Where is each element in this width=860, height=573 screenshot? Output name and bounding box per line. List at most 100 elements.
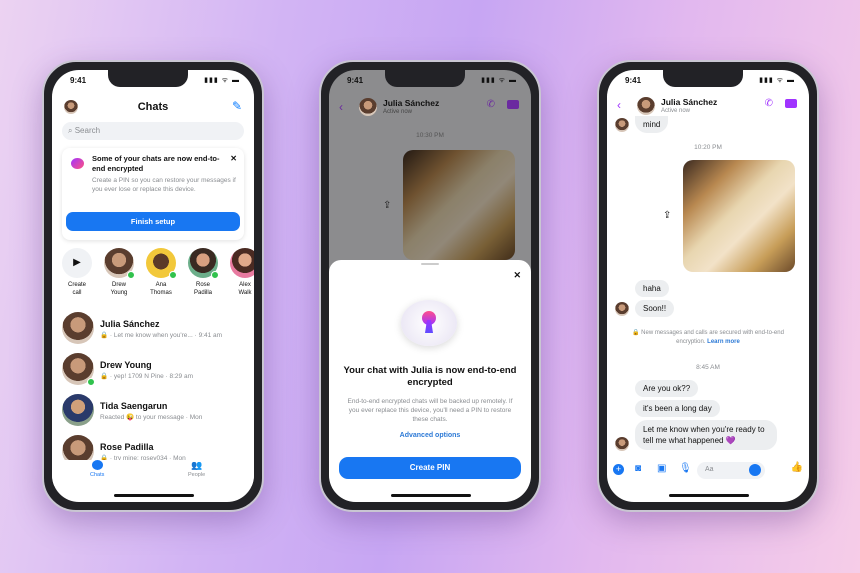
chat-name: Drew Young xyxy=(100,360,152,370)
chat-bubble-icon xyxy=(91,460,103,470)
encryption-banner: Some of your chats are now end-to-end en… xyxy=(62,148,244,240)
sheet-title: Your chat with Julia is now end-to-end e… xyxy=(343,365,517,388)
avatar xyxy=(104,248,135,279)
create-pin-button[interactable]: Create PIN xyxy=(339,457,521,479)
advanced-options-link[interactable]: Advanced options xyxy=(329,432,531,439)
tab-bar: Chats 👥 People xyxy=(52,460,254,486)
tab-label: Chats xyxy=(90,472,105,478)
chat-name: Rose Padilla xyxy=(100,442,154,452)
sender-avatar xyxy=(615,118,629,132)
status-time: 9:41 xyxy=(70,76,87,85)
timestamp: 10:30 PM xyxy=(416,132,444,139)
status-time: 9:41 xyxy=(347,76,364,85)
video-call-icon[interactable] xyxy=(785,99,797,108)
tab-people[interactable]: 👥 People xyxy=(188,460,205,478)
message-bubble[interactable]: mind xyxy=(635,116,669,133)
notch xyxy=(385,70,465,87)
home-indicator xyxy=(114,494,194,497)
status-icons: ▮▮▮ ᯤ ▬ xyxy=(759,77,795,84)
phone-conversation: 9:41 ▮▮▮ ᯤ ▬ ‹ Julia Sánchez Active now … xyxy=(597,60,819,512)
people-icon: 👥 xyxy=(190,460,203,470)
stories-row: ▶ Create call Drew Young Ana Thomas Rose… xyxy=(60,248,254,300)
notch xyxy=(108,70,188,87)
sheet-grabber[interactable] xyxy=(421,263,439,265)
message-bubble[interactable]: Let me know when you're ready to tell me… xyxy=(635,420,777,450)
search-input[interactable]: ⌕ Search xyxy=(62,122,244,140)
contact-name: Julia Sánchez xyxy=(383,98,440,108)
back-icon[interactable]: ‹ xyxy=(339,100,343,114)
banner-title: Some of your chats are now end-to-end en… xyxy=(92,154,220,173)
avatar xyxy=(188,248,219,279)
sheet-close-button[interactable]: ✕ xyxy=(513,270,521,281)
compose-icon[interactable]: ✎ xyxy=(232,99,242,113)
message-bubble[interactable]: haha xyxy=(635,280,669,297)
finish-setup-button[interactable]: Finish setup xyxy=(66,212,240,231)
back-icon[interactable]: ‹ xyxy=(617,98,621,112)
chat-preview: Reacted 😜 to your message · Mon xyxy=(100,414,203,421)
encryption-notice: 🔒 New messages and calls are secured wit… xyxy=(629,329,787,347)
status-icons: ▮▮▮ ᯤ ▬ xyxy=(481,77,517,84)
share-icon[interactable]: ⇪ xyxy=(383,200,391,211)
encrypted-lock-icon xyxy=(401,300,457,346)
chat-row-tida[interactable]: Tida Saengarun Reacted 😜 to your message… xyxy=(62,394,248,435)
contact-avatar xyxy=(359,98,377,116)
chat-preview: 🔒 · Let me know when you're... · 9:41 am xyxy=(100,332,223,339)
tab-chats[interactable]: Chats xyxy=(90,460,104,478)
story-rose-padilla[interactable]: Rose Padilla xyxy=(186,248,220,297)
chat-row-julia[interactable]: Julia Sánchez 🔒 · Let me know when you'r… xyxy=(62,312,248,353)
home-indicator xyxy=(391,494,471,497)
online-indicator xyxy=(87,378,95,386)
chats-screen: 9:41 ▮▮▮ ᯤ ▬ Chats ✎ ⌕ Search Some of yo… xyxy=(52,70,254,502)
voice-call-icon[interactable]: ✆ xyxy=(487,99,495,110)
avatar xyxy=(62,394,94,426)
message-bubble[interactable]: Soon!! xyxy=(635,300,675,317)
conversation-screen: 9:41 ▮▮▮ ᯤ ▬ ‹ Julia Sánchez Active now … xyxy=(607,70,809,502)
story-label: Drew Young xyxy=(110,282,128,296)
story-alex-walk[interactable]: Alex Walk xyxy=(228,248,254,297)
story-label: Ana Thomas xyxy=(150,282,172,296)
banner-close-button[interactable]: ✕ xyxy=(230,154,237,163)
voice-call-icon[interactable]: ✆ xyxy=(765,98,773,109)
gallery-icon[interactable]: ▣ xyxy=(657,463,666,474)
story-label: Rose Padilla xyxy=(193,282,212,296)
avatar xyxy=(62,312,94,344)
chat-name: Julia Sánchez xyxy=(100,319,160,329)
search-icon: ⌕ xyxy=(68,126,73,135)
message-input[interactable]: Aa xyxy=(697,462,765,479)
emoji-icon[interactable] xyxy=(749,464,761,476)
create-call-button[interactable]: ▶ Create call xyxy=(60,248,94,297)
shared-photo[interactable] xyxy=(683,160,795,272)
chat-row-drew[interactable]: Drew Young 🔒 · yep! 1709 N Pine · 8:29 a… xyxy=(62,353,248,394)
learn-more-link[interactable]: Learn more xyxy=(707,339,740,345)
share-icon[interactable]: ⇪ xyxy=(663,210,671,221)
online-indicator xyxy=(127,271,135,279)
sheet-body: End-to-end encrypted chats will be backe… xyxy=(347,398,513,423)
timestamp: 8:45 AM xyxy=(696,364,720,371)
contact-name: Julia Sánchez xyxy=(661,97,718,107)
story-drew-young[interactable]: Drew Young xyxy=(102,248,136,297)
tab-label: People xyxy=(188,472,206,478)
plus-icon[interactable]: + xyxy=(613,464,624,475)
lock-bubble-icon xyxy=(71,158,84,169)
notch xyxy=(663,70,743,87)
status-time: 9:41 xyxy=(625,76,642,85)
banner-body: Create a PIN so you can restore your mes… xyxy=(92,177,236,193)
sender-avatar xyxy=(615,437,629,451)
active-status: Active now xyxy=(661,108,691,114)
contact-avatar xyxy=(637,97,655,115)
sender-avatar xyxy=(615,302,629,316)
message-bubble[interactable]: it's been a long day xyxy=(635,400,720,417)
chat-preview: 🔒 · yep! 1709 N Pine · 8:29 am xyxy=(100,373,193,380)
page-title: Chats xyxy=(137,101,169,113)
video-call-icon[interactable] xyxy=(507,100,519,109)
story-ana-thomas[interactable]: Ana Thomas xyxy=(144,248,178,297)
message-bubble[interactable]: Are you ok?? xyxy=(635,380,699,397)
thumbs-up-icon[interactable]: 👍 xyxy=(791,462,803,473)
avatar xyxy=(146,248,177,279)
camera-icon[interactable]: ◙ xyxy=(635,463,641,474)
search-placeholder: Search xyxy=(74,126,101,135)
microphone-icon[interactable]: 🎙 xyxy=(679,463,692,474)
composer-bar: + ◙ ▣ 🎙 Aa 👍 xyxy=(613,462,803,480)
story-label: Create call xyxy=(67,282,86,296)
shared-photo[interactable] xyxy=(403,150,515,260)
